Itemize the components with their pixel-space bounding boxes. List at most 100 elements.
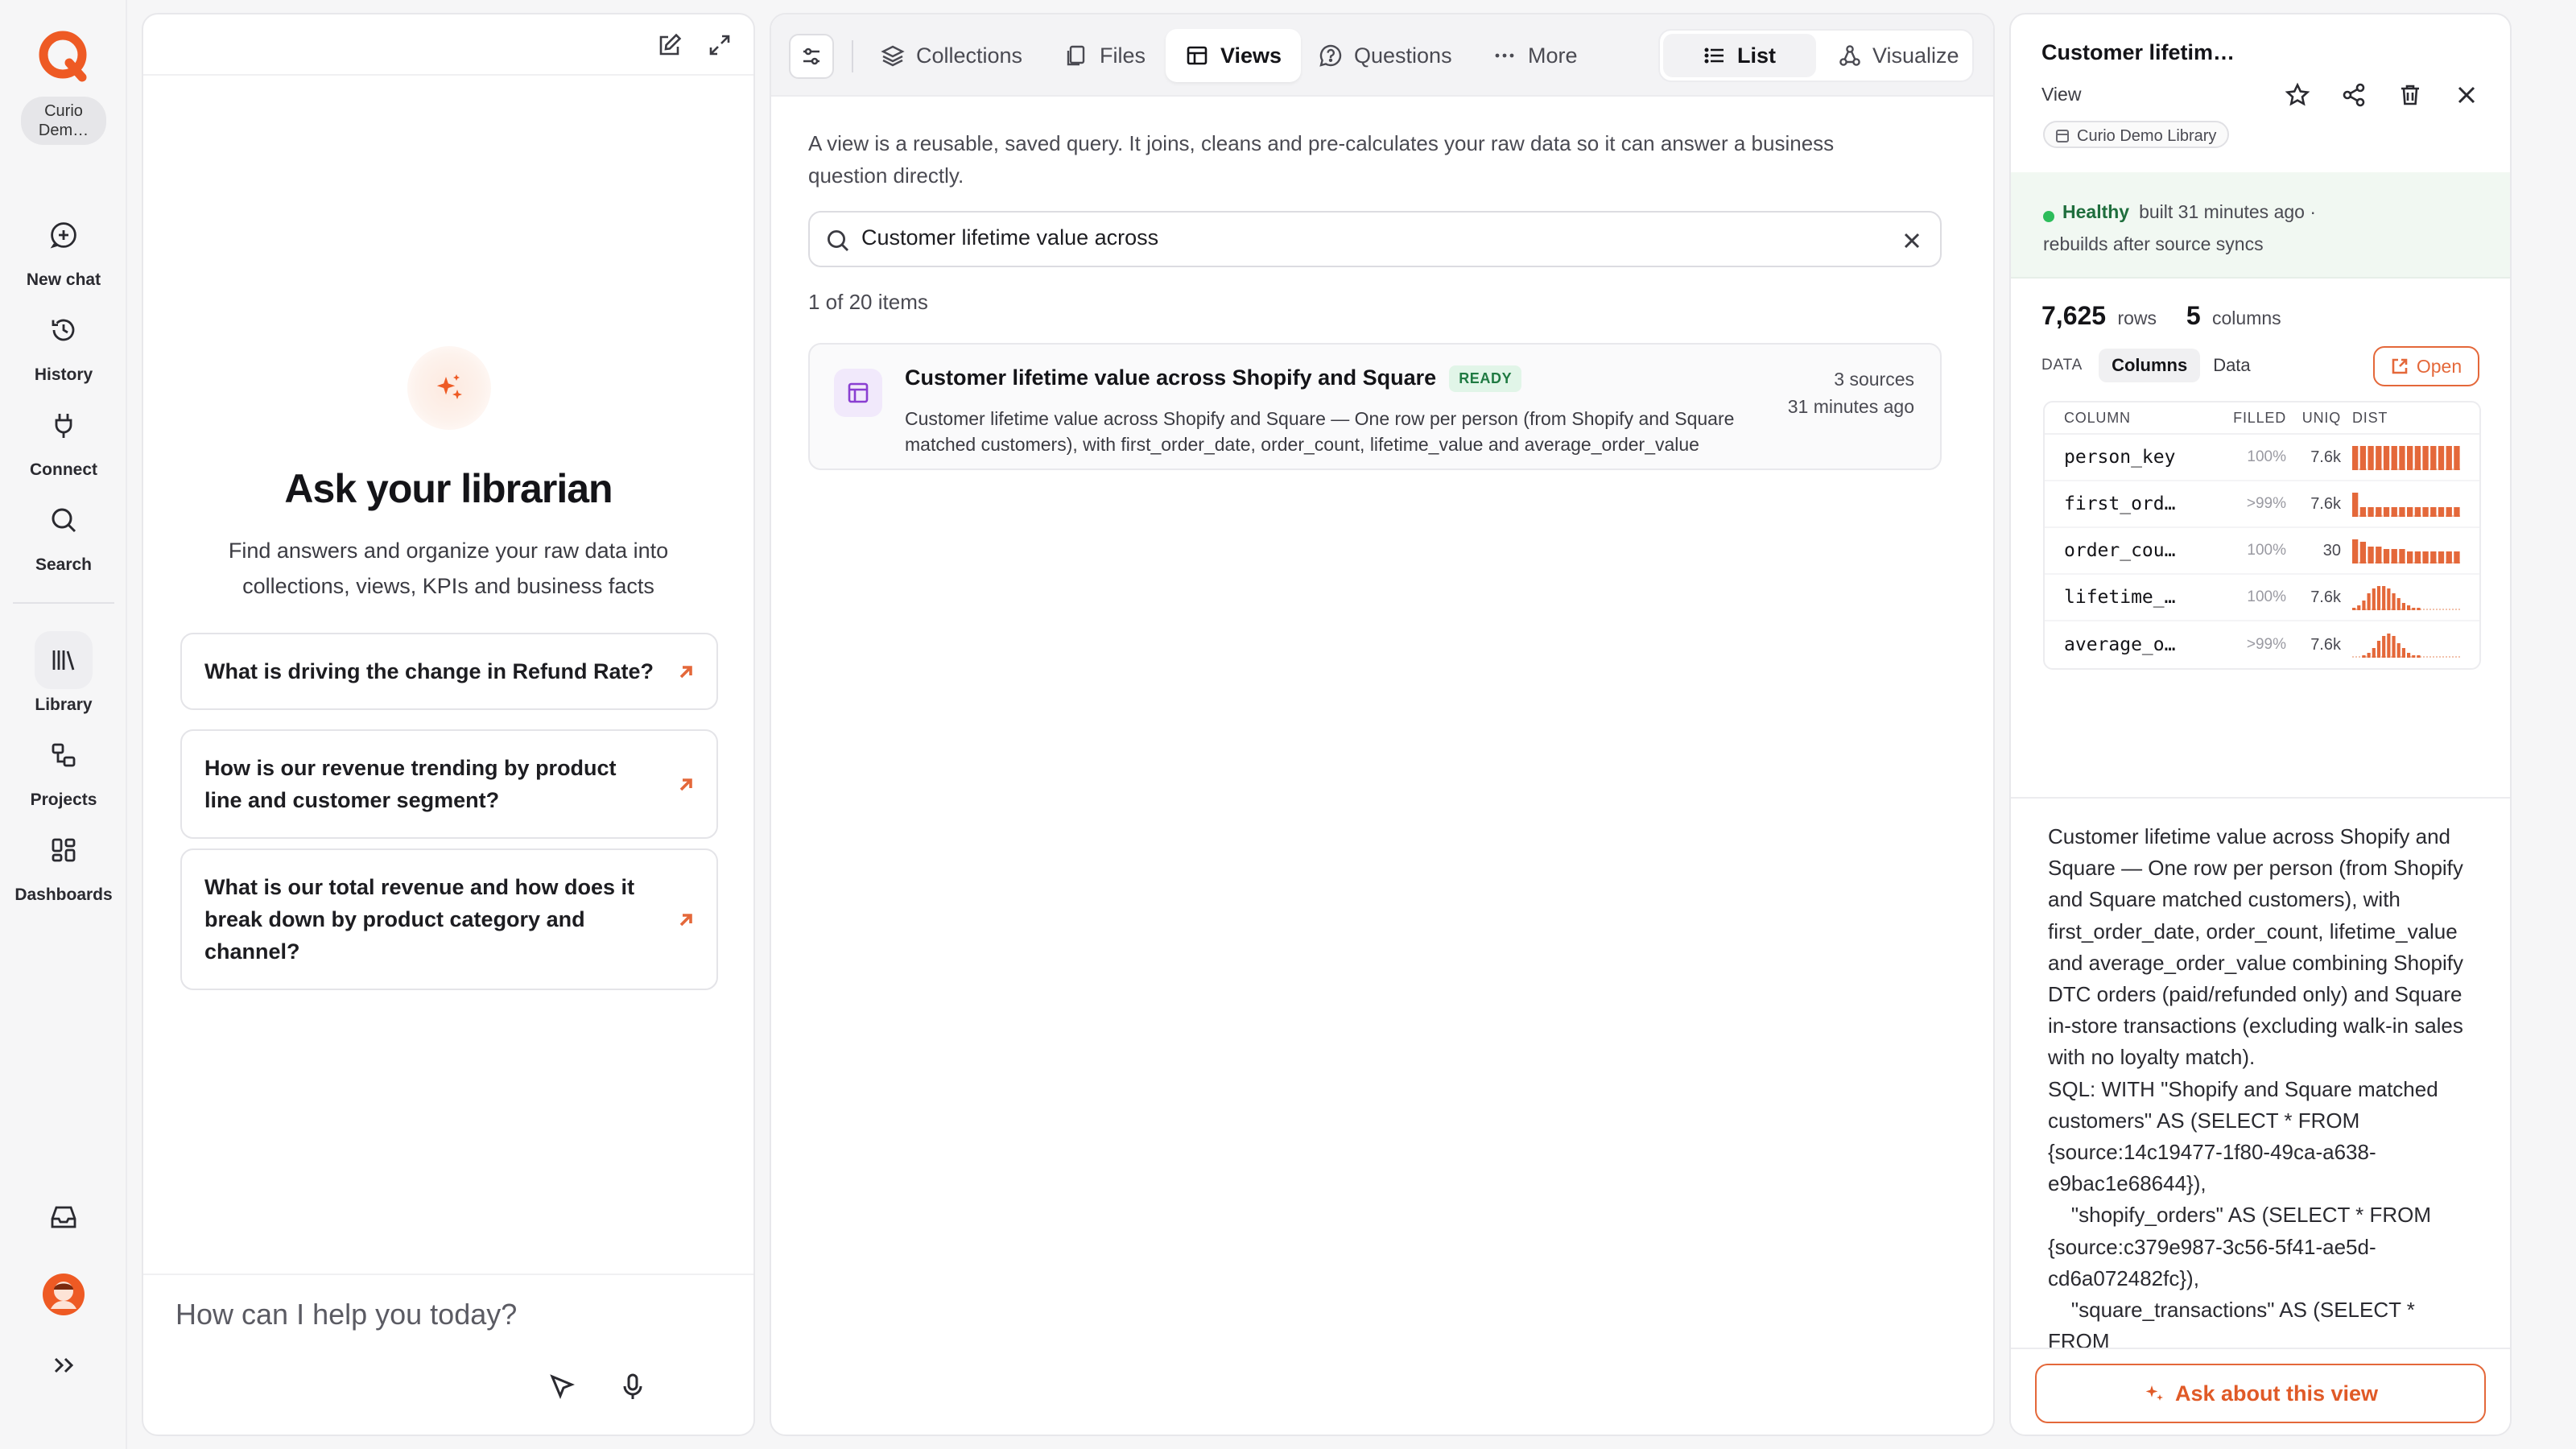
inbox-button[interactable] xyxy=(0,1201,127,1240)
dist-bar xyxy=(2372,648,2376,658)
dist-bar xyxy=(2376,641,2381,658)
suggestion-card[interactable]: How is our revenue trending by product l… xyxy=(180,729,718,839)
dist-bar xyxy=(2359,507,2367,517)
rail-label-projects: Projects xyxy=(30,791,97,809)
workspace-chip[interactable]: Curio Dem… xyxy=(21,97,106,145)
dist-bar xyxy=(2422,551,2429,564)
dist-bar xyxy=(2382,636,2386,658)
rail-label-search: Search xyxy=(35,555,93,574)
view-mode-toggle: List Visualize xyxy=(1658,29,1974,82)
tab-collections[interactable]: Collections xyxy=(861,29,1042,82)
dist-bar xyxy=(2412,608,2416,610)
detail-tabs: DATA Columns Data xyxy=(2041,346,2264,385)
dist-bar xyxy=(2430,551,2437,564)
tab-columns[interactable]: Columns xyxy=(2099,349,2201,382)
separator: · xyxy=(2310,201,2317,222)
tab-files[interactable]: Files xyxy=(1045,29,1165,82)
detail-title: Customer lifetim… xyxy=(2041,40,2235,64)
column-row[interactable]: lifetime_… 100% 7.6k xyxy=(2045,575,2479,621)
table-icon xyxy=(1187,46,1208,65)
view-table-icon xyxy=(834,369,882,417)
sliders-icon xyxy=(803,47,819,65)
close-button[interactable] xyxy=(2450,79,2483,111)
dist-bar xyxy=(2438,446,2445,470)
dist-bar xyxy=(2376,547,2382,564)
dist-bar xyxy=(2412,655,2416,658)
dist-bar xyxy=(2368,446,2374,470)
rail-new-chat[interactable]: New chat xyxy=(0,206,127,290)
delete-button[interactable] xyxy=(2394,79,2426,111)
column-row[interactable]: person_key 100% 7.6k xyxy=(2045,435,2479,481)
rail-dashboards[interactable]: Dashboards xyxy=(0,821,127,905)
dist-bar xyxy=(2414,507,2421,517)
column-filled: 100% xyxy=(2247,588,2286,605)
health-banner: Healthy built 31 minutes ago · rebuilds a… xyxy=(2011,172,2510,279)
dist-bar xyxy=(2438,551,2445,564)
tab-views[interactable]: Views xyxy=(1166,29,1302,82)
search-input[interactable] xyxy=(861,225,1860,250)
tab-label: Files xyxy=(1100,43,1146,68)
dist-bar xyxy=(2407,507,2413,517)
dist-bar xyxy=(2383,446,2390,470)
chat-input[interactable] xyxy=(175,1298,707,1331)
avatar[interactable] xyxy=(0,1274,127,1315)
app-logo[interactable] xyxy=(35,29,90,84)
microphone-icon xyxy=(623,1373,642,1399)
dist-bar xyxy=(2387,634,2391,658)
dist-bar xyxy=(2454,507,2460,517)
filter-button[interactable] xyxy=(789,34,834,79)
ask-about-view-button[interactable]: Ask about this view xyxy=(2035,1364,2486,1423)
tab-data[interactable]: Data xyxy=(2200,349,2263,382)
expand-icon[interactable] xyxy=(705,31,734,60)
dist-bar xyxy=(2446,551,2452,564)
rail-library[interactable]: Library xyxy=(0,631,127,715)
rail-connect[interactable]: Connect xyxy=(0,396,127,480)
open-button[interactable]: Open xyxy=(2373,346,2479,386)
column-uniq: 7.6k xyxy=(2310,588,2341,606)
suggestion-card[interactable]: What is our total revenue and how does i… xyxy=(180,848,718,990)
tab-more[interactable]: More xyxy=(1473,29,1597,82)
expand-rail-button[interactable] xyxy=(0,1352,127,1385)
column-row[interactable]: average_o… >99% 7.6k xyxy=(2045,621,2479,668)
star-button[interactable] xyxy=(2281,79,2314,111)
microphone-button[interactable] xyxy=(615,1368,650,1404)
dist-bar xyxy=(2454,551,2460,564)
rail-history[interactable]: History xyxy=(0,301,127,385)
suggestion-card[interactable]: What is driving the change in Refund Rat… xyxy=(180,633,718,710)
dist-bar xyxy=(2391,549,2397,564)
suggestion-text: What is our total revenue and how does i… xyxy=(204,875,635,964)
tab-label: Views xyxy=(1220,43,1282,68)
search-icon xyxy=(35,491,93,549)
columns-table-header: COLUMN FILLED UNIQ DIST xyxy=(2045,402,2479,435)
header-filled: FILLED xyxy=(2233,409,2286,426)
dist-bar xyxy=(2454,446,2460,470)
column-count: 5 xyxy=(2186,301,2201,330)
rail-label-dashboards: Dashboards xyxy=(14,886,113,904)
chat-composer xyxy=(143,1274,753,1435)
share-button[interactable] xyxy=(2338,79,2370,111)
dist-bar xyxy=(2446,507,2452,517)
column-row[interactable]: first_ord… >99% 7.6k xyxy=(2045,481,2479,528)
view-stats: 7,625 rows 5 columns xyxy=(2041,301,2281,331)
library-chip[interactable]: Curio Demo Library xyxy=(2043,121,2230,148)
open-label: Open xyxy=(2416,355,2462,377)
send-button[interactable] xyxy=(544,1368,580,1404)
mode-visualize[interactable]: Visualize xyxy=(1819,34,1979,77)
ask-label: Ask about this view xyxy=(2174,1381,2379,1406)
rail-projects[interactable]: Projects xyxy=(0,726,127,810)
open-external-icon xyxy=(2392,358,2408,374)
arrow-up-right-icon xyxy=(675,660,697,683)
files-icon xyxy=(1067,45,1085,66)
rail-search[interactable]: Search xyxy=(0,491,127,575)
column-row[interactable]: order_cou… 100% 30 xyxy=(2045,528,2479,575)
column-name: order_cou… xyxy=(2064,540,2176,561)
clear-search-icon[interactable] xyxy=(1900,229,1924,253)
tab-questions[interactable]: Questions xyxy=(1299,29,1472,82)
views-intro: A view is a reusable, saved query. It jo… xyxy=(808,131,1835,188)
suggestion-text: What is driving the change in Refund Rat… xyxy=(204,659,654,683)
compose-icon[interactable] xyxy=(655,31,684,60)
rail-label-history: History xyxy=(34,365,93,384)
mode-list[interactable]: List xyxy=(1663,34,1816,77)
trash-icon xyxy=(2401,85,2419,105)
view-list-item[interactable]: Customer lifetime value across Shopify a… xyxy=(808,343,1942,470)
